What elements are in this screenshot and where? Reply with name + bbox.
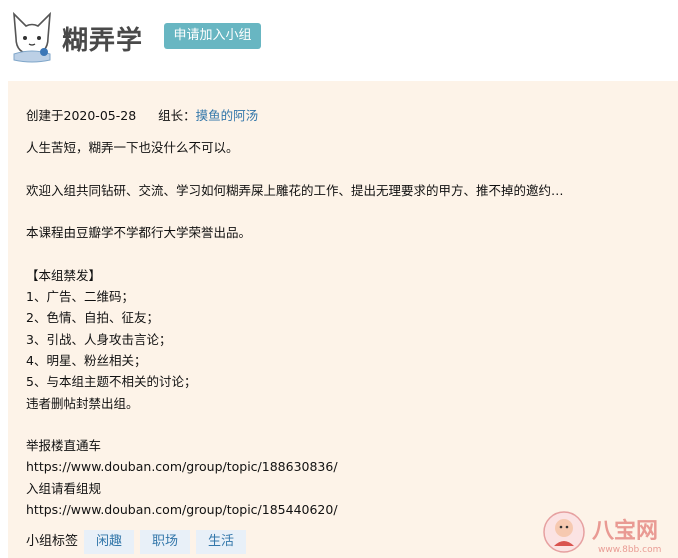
desc-line: 1、广告、二维码； <box>26 289 134 305</box>
desc-line: 欢迎入组共同钻研、交流、学习如何糊弄屎上雕花的工作、提出无理要求的甲方、推不掉的… <box>26 182 564 198</box>
owner-label: 组长： <box>158 108 196 123</box>
tag-life[interactable]: 生活 <box>196 530 247 554</box>
desc-blank-line <box>26 414 666 435</box>
owner-link[interactable]: 摸鱼的阿汤 <box>196 108 259 123</box>
desc-line: 3、引战、人身攻击言论； <box>26 331 172 347</box>
desc-line: 违者删帖封禁出组。 <box>26 395 139 411</box>
group-header: 糊弄学 申请加入小组 <box>0 0 678 78</box>
group-description: 人生苦短，糊弄一下也没什么不可以。 欢迎入组共同钻研、交流、学习如何糊弄屎上雕花… <box>26 137 666 520</box>
desc-blank-line <box>26 201 666 222</box>
desc-line: 【本组禁发】 <box>26 267 102 283</box>
group-meta: 创建于2020-05-28 组长：摸鱼的阿汤 <box>26 105 258 124</box>
cat-avatar-icon[interactable] <box>8 8 56 64</box>
desc-line: 人生苦短，糊弄一下也没什么不可以。 <box>26 140 239 155</box>
group-title: 糊弄学 <box>62 26 144 56</box>
created-date: 创建于2020-05-28 <box>26 108 137 123</box>
desc-line: 4、明星、粉丝相关； <box>26 352 147 368</box>
group-tags: 小组标签 闲趣 职场 生活 <box>26 530 252 554</box>
tags-label: 小组标签 <box>26 534 79 549</box>
watermark-text: 八宝网 <box>592 518 658 544</box>
watermark-logo: 八宝网 www.8bb.com <box>543 511 661 555</box>
desc-line: 入组请看组规 <box>26 480 102 496</box>
group-info-card: 创建于2020-05-28 组长：摸鱼的阿汤 人生苦短，糊弄一下也没什么不可以。… <box>8 81 678 558</box>
desc-line: 5、与本组主题不相关的讨论； <box>26 374 197 390</box>
desc-blank-line <box>26 158 666 179</box>
desc-line: 本课程由豆瓣学不学都行大学荣誉出品。 <box>26 225 252 241</box>
desc-blank-line <box>26 243 666 264</box>
desc-line: 2、色情、自拍、征友； <box>26 310 159 326</box>
desc-link-line: https://www.douban.com/group/topic/18863… <box>26 459 338 475</box>
desc-line: 举报楼直通车 <box>26 438 102 454</box>
tag-workplace[interactable]: 职场 <box>140 530 191 554</box>
watermark-url: www.8bb.com <box>598 545 661 555</box>
join-group-button[interactable]: 申请加入小组 <box>164 23 261 49</box>
tag-leisure[interactable]: 闲趣 <box>84 530 135 554</box>
